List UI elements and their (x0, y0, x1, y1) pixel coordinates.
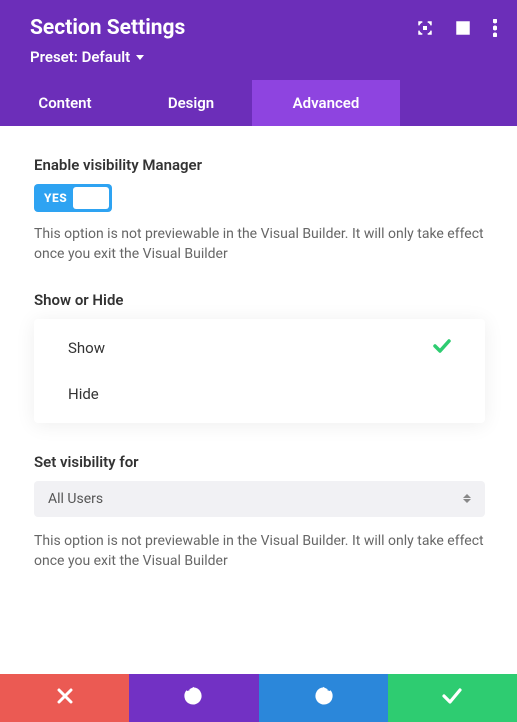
select-value: All Users (48, 491, 103, 507)
undo-icon (184, 686, 204, 710)
preset-label: Preset: Default (30, 48, 130, 66)
option-hide[interactable]: Hide (34, 371, 485, 417)
enable-visibility-toggle[interactable]: YES (34, 184, 112, 212)
focus-icon[interactable] (417, 20, 433, 36)
panel-title: Section Settings (30, 16, 185, 40)
toggle-value: YES (44, 191, 67, 205)
more-icon[interactable] (493, 19, 497, 37)
layout-icon[interactable] (455, 20, 471, 36)
redo-button[interactable] (259, 674, 388, 722)
confirm-button[interactable] (388, 674, 517, 722)
set-visibility-help: This option is not previewable in the Vi… (34, 531, 485, 572)
toggle-knob (73, 187, 109, 209)
panel-header: Section Settings (0, 0, 517, 80)
caret-down-icon (136, 55, 144, 60)
header-actions (417, 19, 497, 37)
show-hide-options: Show Hide (34, 319, 485, 423)
close-icon (57, 688, 73, 708)
option-show[interactable]: Show (34, 325, 485, 371)
select-caret-icon (463, 494, 471, 503)
cancel-button[interactable] (0, 674, 129, 722)
set-visibility-label: Set visibility for (34, 453, 485, 471)
enable-visibility-label: Enable visibility Manager (34, 156, 485, 174)
tab-content[interactable]: Content (0, 80, 130, 126)
tab-advanced[interactable]: Advanced (252, 80, 400, 126)
panel-content: Enable visibility Manager YES This optio… (0, 126, 517, 674)
show-hide-label: Show or Hide (34, 291, 485, 309)
preset-selector[interactable]: Preset: Default (30, 48, 497, 66)
redo-icon (313, 686, 333, 710)
undo-button[interactable] (129, 674, 258, 722)
check-icon (433, 339, 451, 357)
set-visibility-select[interactable]: All Users (34, 481, 485, 517)
tabs: Content Design Advanced (0, 80, 517, 126)
tab-design[interactable]: Design (130, 80, 252, 126)
enable-visibility-help: This option is not previewable in the Vi… (34, 224, 485, 265)
footer-actions (0, 674, 517, 722)
option-hide-label: Hide (68, 385, 99, 403)
option-show-label: Show (68, 339, 105, 357)
check-icon (442, 688, 462, 708)
